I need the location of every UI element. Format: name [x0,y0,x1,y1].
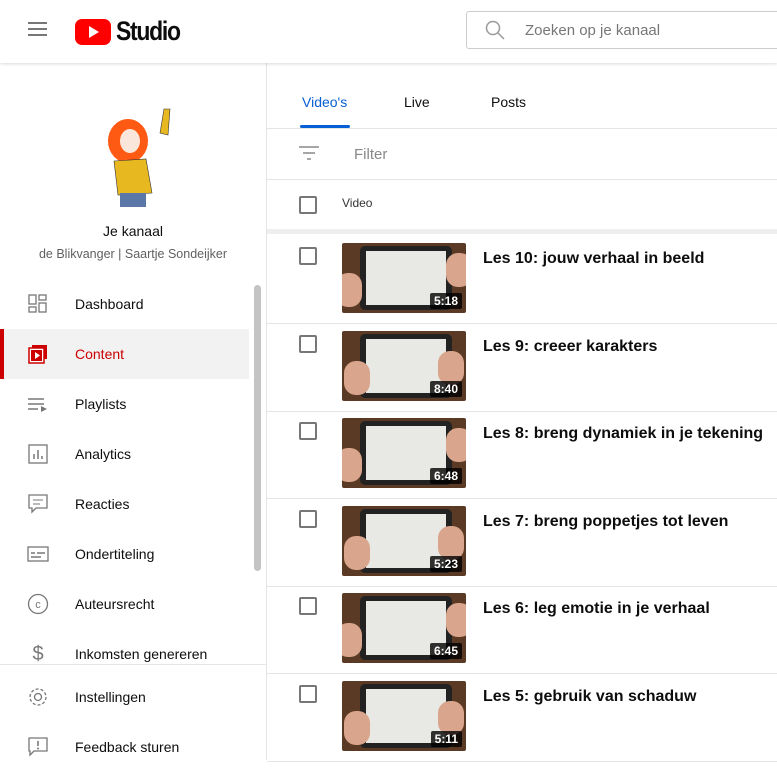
video-row: 5:11 Les 5: gebruik van schaduw [267,674,777,762]
video-title[interactable]: Les 8: breng dynamiek in je tekening [483,425,763,443]
sidebar-item-content[interactable]: Content [0,329,249,379]
sidebar-item-playlists[interactable]: Playlists [0,379,249,429]
select-all-checkbox[interactable] [299,196,317,214]
sidebar-item-label: Auteursrecht [75,596,155,612]
dollar-icon: $ [32,642,44,665]
video-duration: 8:40 [429,380,462,397]
sidebar-item-label: Inkomsten genereren [75,646,208,662]
video-thumbnail[interactable]: 5:23 [342,505,466,576]
copyright-icon: c [27,593,49,615]
comments-icon [27,493,49,515]
video-thumbnail[interactable]: 6:48 [342,418,466,489]
search-input[interactable]: Zoeken op je kanaal [466,11,777,49]
gear-icon [27,686,49,708]
sidebar-divider [0,664,266,665]
video-row: 5:18 Les 10: jouw verhaal in beeld [267,236,777,324]
content-icon [27,343,49,365]
sidebar-item-label: Ondertiteling [75,546,155,562]
sidebar-item-auteursrecht[interactable]: c Auteursrecht [0,579,249,629]
sidebar: Je kanaal de Blikvanger | Saartje Sondei… [0,63,267,772]
playlists-icon [27,393,49,415]
filter-input[interactable]: Filter [354,146,387,163]
sidebar-item-instellingen[interactable]: Instellingen [0,672,249,722]
row-checkbox[interactable] [299,509,317,528]
channel-title: Je kanaal [103,223,163,239]
video-thumbnail[interactable]: 5:18 [342,243,466,313]
video-row: 5:23 Les 7: breng poppetjes tot leven [267,499,777,587]
sidebar-item-label: Dashboard [75,296,144,312]
row-checkbox[interactable] [299,597,317,616]
tab-live[interactable]: Live [404,94,430,110]
search-placeholder: Zoeken op je kanaal [525,21,661,39]
tab-posts[interactable]: Posts [491,94,526,110]
sidebar-item-analytics[interactable]: Analytics [0,429,249,479]
video-title[interactable]: Les 7: breng poppetjes tot leven [483,513,728,531]
filter-icon[interactable] [299,145,319,161]
row-checkbox[interactable] [299,334,317,353]
sidebar-item-label: Playlists [75,396,127,412]
subtitles-icon [27,543,49,565]
row-checkbox[interactable] [299,685,317,703]
sidebar-item-dashboard[interactable]: Dashboard [0,279,249,329]
tab-videos[interactable]: Video's [302,94,347,110]
video-duration: 5:11 [430,731,462,747]
analytics-icon [27,443,49,465]
feedback-icon [27,736,49,758]
sidebar-item-label: Content [75,346,125,362]
sidebar-item-ondertiteling[interactable]: Ondertiteling [0,529,249,579]
video-row: 8:40 Les 9: creeer karakters [267,324,777,412]
row-checkbox[interactable] [299,422,317,441]
sidebar-item-label: Feedback sturen [75,739,180,755]
svg-text:c: c [35,599,41,611]
video-duration: 6:45 [429,643,462,660]
video-row: 6:48 Les 8: breng dynamiek in je tekenin… [267,411,777,500]
video-duration: 5:18 [429,293,462,309]
sidebar-item-label: Instellingen [75,689,146,705]
logo-text: Studio [116,16,181,46]
dashboard-icon [27,293,49,315]
sidebar-item-feedback[interactable]: Feedback sturen [0,722,249,772]
video-title[interactable]: Les 5: gebruik van schaduw [483,688,696,706]
video-thumbnail[interactable]: 5:11 [342,681,466,751]
menu-icon[interactable] [28,22,47,36]
sidebar-item-label: Analytics [75,446,132,462]
video-row: 6:45 Les 6: leg emotie in je verhaal [267,586,777,675]
column-header-video: Video [342,196,373,210]
sidebar-item-reacties[interactable]: Reacties [0,479,249,529]
video-title[interactable]: Les 10: jouw verhaal in beeld [483,250,704,268]
video-thumbnail[interactable]: 6:45 [342,593,466,664]
youtube-studio-logo[interactable]: Studio [75,16,191,47]
search-icon [485,20,505,40]
sidebar-scrollbar[interactable] [254,285,261,571]
top-bar: Studio Zoeken op je kanaal [0,0,777,63]
channel-name: de Blikvanger | Saartje Sondeijker [38,247,228,261]
channel-avatar[interactable] [100,103,175,208]
youtube-logo-icon [75,18,111,45]
video-duration: 5:23 [429,555,462,572]
video-title[interactable]: Les 9: creeer karakters [483,338,657,356]
sidebar-item-label: Reacties [75,496,130,512]
video-title[interactable]: Les 6: leg emotie in je verhaal [483,600,710,618]
row-checkbox[interactable] [299,247,317,265]
video-duration: 6:48 [429,468,462,485]
content-panel: Video's Live Posts Filter Video 5:18 Les… [267,63,777,762]
video-thumbnail[interactable]: 8:40 [342,330,466,401]
